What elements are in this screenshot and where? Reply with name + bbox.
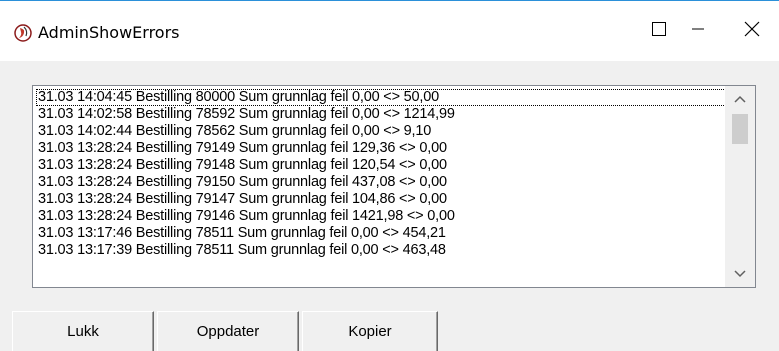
close-button[interactable]: Lukk (12, 311, 154, 351)
chevron-up-icon (734, 90, 746, 108)
window-title: AdminShowErrors (38, 23, 180, 42)
close-window-button[interactable] (725, 1, 779, 61)
list-item[interactable]: 31.03 13:28:24 Bestilling 79147 Sum grun… (36, 191, 726, 208)
refresh-button[interactable]: Oppdater (157, 311, 299, 351)
chevron-down-icon (734, 265, 746, 283)
maximize-button[interactable] (632, 1, 686, 61)
list-item[interactable]: 31.03 14:02:44 Bestilling 78562 Sum grun… (36, 123, 726, 140)
error-list[interactable]: 31.03 14:04:45 Bestilling 80000 Sum grun… (32, 85, 756, 288)
close-icon (744, 21, 760, 42)
title-bar[interactable]: AdminShowErrors (0, 1, 779, 61)
vertical-scrollbar[interactable] (725, 86, 755, 287)
error-rows: 31.03 14:04:45 Bestilling 80000 Sum grun… (36, 89, 726, 259)
list-item[interactable]: 31.03 13:28:24 Bestilling 79149 Sum grun… (36, 140, 726, 157)
admin-show-errors-window: AdminShowErrors 31.03 14:04:45 Bestillin… (0, 0, 779, 351)
list-item[interactable]: 31.03 13:17:46 Bestilling 78511 Sum grun… (36, 225, 726, 242)
list-item[interactable]: 31.03 13:28:24 Bestilling 79148 Sum grun… (36, 157, 726, 174)
copy-button[interactable]: Kopier (302, 311, 438, 351)
app-icon[interactable] (14, 24, 32, 42)
maximize-icon (652, 21, 666, 41)
scroll-thumb[interactable] (732, 114, 748, 144)
scroll-up-button[interactable] (725, 86, 755, 112)
list-item[interactable]: 31.03 13:17:39 Bestilling 78511 Sum grun… (36, 242, 726, 259)
list-item[interactable]: 31.03 14:04:45 Bestilling 80000 Sum grun… (36, 89, 726, 106)
list-item[interactable]: 31.03 14:02:58 Bestilling 78592 Sum grun… (36, 106, 726, 123)
list-item[interactable]: 31.03 13:28:24 Bestilling 79150 Sum grun… (36, 174, 726, 191)
list-item[interactable]: 31.03 13:28:24 Bestilling 79146 Sum grun… (36, 208, 726, 225)
scroll-down-button[interactable] (725, 261, 755, 287)
minimize-icon (692, 22, 704, 40)
